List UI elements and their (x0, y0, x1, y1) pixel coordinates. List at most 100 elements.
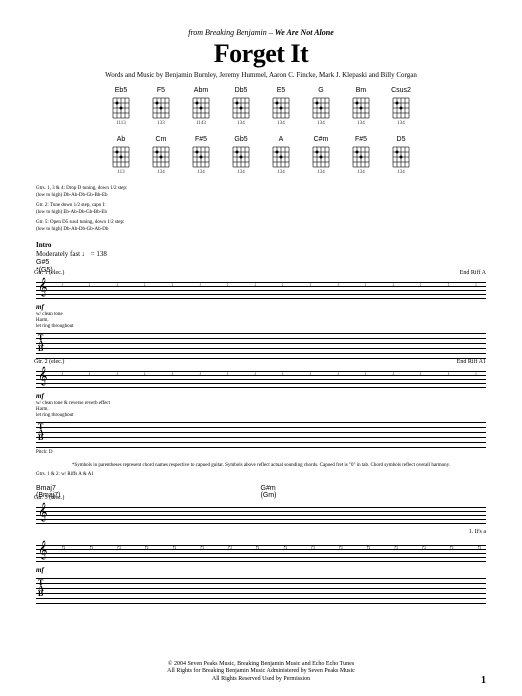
tuning-notes: Gtrs. 1, 3 & 4: Drop D tuning, down 1/2 … (36, 185, 486, 233)
chord-diagram: D5 134 (386, 136, 416, 175)
perf-harm: Harm. (36, 318, 486, 323)
from-text: from Breaking Benjamin – (188, 28, 273, 37)
header: from Breaking Benjamin – We Are Not Alon… (36, 28, 486, 79)
chord-name: A (279, 136, 284, 143)
chord-name: G (318, 87, 323, 94)
chord-name: D5 (397, 136, 406, 143)
notation-staff: 𝄞 ♩♩♩♩♩♩♩♩♩♩♩♩♩♩♩♩ (36, 278, 486, 302)
dynamic-mf: mf (36, 566, 486, 574)
song-title: Forget It (36, 39, 486, 69)
chord-diagram: Gb5 134 (226, 136, 256, 175)
chord-diagram: Cm 134 (146, 136, 176, 175)
chord-diagram: Bm 134 (346, 87, 376, 126)
perf-clean-tone: w/ clean tone (36, 312, 486, 317)
tuning-1a: Gtrs. 1, 3 & 4: Drop D tuning, down 1/2 … (36, 186, 127, 191)
end-riff-a: End Riff A (460, 270, 486, 276)
chord-frets: 134 (277, 121, 285, 126)
chord-name: F#5 (195, 136, 207, 143)
chord-frets: 134 (357, 170, 365, 175)
tab-staff: TAB (36, 420, 486, 448)
chord-name: Cm (156, 136, 167, 143)
gtr-3-label: Gtr. 3 (elec.) (34, 495, 64, 501)
chord-diagram: F#5 134 (186, 136, 216, 175)
chord-frets: 134 (317, 121, 325, 126)
chord-name: Bm (356, 87, 367, 94)
tuning-3b: (low to high) Db-Ab-Db-Gb-Ab-Db (36, 227, 108, 232)
chord-name: F5 (157, 87, 165, 94)
source-line: from Breaking Benjamin – We Are Not Alon… (36, 28, 486, 37)
chord-name: F#5 (355, 136, 367, 143)
chord-diagram: Db5 134 (226, 87, 256, 126)
tuning-2b: (low to high) Eb-Ab-Db-Gb-Bb-Eb (36, 210, 107, 215)
chord-diagram: Eb5 1113 (106, 87, 136, 126)
notation-staff: 𝄞 (36, 503, 486, 527)
chord-frets: 134 (157, 170, 165, 175)
notation-staff-gtr3: 𝄞 ♫♫♫♫♫♫♫♫♫♫♫♫♫♫♫♫ (36, 541, 486, 565)
dynamic-mf: mf (36, 392, 486, 400)
chord-symbol: G#5 (36, 259, 486, 266)
chord-frets: 134 (197, 170, 205, 175)
chord-diagram: Abm 1143 (186, 87, 216, 126)
chord-frets: 1113 (116, 121, 126, 126)
chord-name: E5 (277, 87, 286, 94)
tempo-marking: Moderately fast ♩ = 138 (36, 250, 486, 258)
gtrs-12-riffs: Gtrs. 1 & 2: w/ Riffs A & A1 (36, 472, 486, 477)
chord-frets: 134 (397, 121, 405, 126)
chord-diagram: E5 134 (266, 87, 296, 126)
chord-diagrams-row2: Ab113Cm134F#5134Gb5134A134C#m134F#5134D5… (36, 136, 486, 175)
chord-frets: 113 (117, 170, 124, 175)
chord-name: C#m (314, 136, 329, 143)
staff-system-2: Gtr. 2 (elec.) End Riff A1 𝄞 ♩♩♩♩♩♩♩♩♩♩♩… (36, 367, 486, 455)
chord-frets: 134 (237, 121, 245, 126)
chord-gsharpm: G#m (261, 485, 277, 492)
notation-staff: 𝄞 ♩♩♩♩♩♩♩♩♩♩♩♩♩♩♩♩ (36, 367, 486, 391)
tuning-1b: (low to high) Db-Ab-Db-Gb-Bb-Eb (36, 193, 108, 198)
chord-bmaj7: Bmaj7 (36, 485, 61, 492)
chord-diagram: Ab 113 (106, 136, 136, 175)
perf-letring: let ring throughout (36, 324, 486, 329)
chord-name: Ab (117, 136, 126, 143)
tab-staff: TAB (36, 331, 486, 359)
perf-clean-reverb: w/ clean tone & reverse reverb effect (36, 401, 486, 406)
chord-gm-paren: (Gm) (261, 492, 277, 499)
songwriter-credits: Words and Music by Benjamin Burnley, Jer… (36, 71, 486, 79)
album-name: We Are Not Alone (275, 28, 334, 37)
chord-frets: 1143 (196, 121, 206, 126)
chord-diagram: Csus2 134 (386, 87, 416, 126)
perf-harm: Harm. (36, 407, 486, 412)
page-number: 1 (481, 675, 486, 686)
tuning-3a: Gtr. 5: Open D5 sus4 tuning, down 1/2 st… (36, 220, 124, 225)
asterisk-note: *Symbols in parentheses represent chord … (36, 463, 486, 468)
chord-diagram: G 134 (306, 87, 336, 126)
chord-symbol-paren: *(G5) (36, 267, 486, 274)
chord-name: Abm (194, 87, 208, 94)
chord-diagram: F#5 134 (346, 136, 376, 175)
gtr-1-label: Gtr. 1 (elec.) (34, 270, 64, 276)
chord-diagram: F5 133 (146, 87, 176, 126)
chord-frets: 134 (397, 170, 405, 175)
chord-frets: 134 (237, 170, 245, 175)
lyric-1: 1. It's a (36, 529, 486, 535)
copyright-2: All Rights for Breaking Benjamin Music A… (0, 668, 522, 676)
chord-frets: 134 (357, 121, 365, 126)
intro-label: Intro (36, 241, 486, 249)
chord-diagram: A 134 (266, 136, 296, 175)
dynamic-mf: mf (36, 303, 486, 311)
gtr-2-label: Gtr. 2 (elec.) (34, 359, 64, 365)
pitch-d: Pitch: D (36, 450, 486, 455)
end-riff-a1: End Riff A1 (457, 359, 486, 365)
copyright-footer: © 2004 Seven Peaks Music, Breaking Benja… (0, 661, 522, 684)
chord-frets: 134 (277, 170, 285, 175)
chord-name: Eb5 (115, 87, 127, 94)
chord-frets: 133 (157, 121, 165, 126)
copyright-3: All Rights Reserved Used by Permission (0, 676, 522, 684)
chord-name: Csus2 (391, 87, 411, 94)
tuning-2a: Gtr. 2: Tune down 1/2 step, capo I: (36, 203, 106, 208)
tab-staff: TAB (36, 576, 486, 604)
staff-system-1: Gtr. 1 (elec.) End Riff A 𝄞 ♩♩♩♩♩♩♩♩♩♩♩♩… (36, 278, 486, 359)
chord-diagrams-row1: Eb51113F5133Abm1143Db5134E5134G134Bm134C… (36, 87, 486, 126)
chord-symbols-row: Bmaj7 (Bmaj7) G#m (Gm) (36, 485, 486, 499)
chord-name: Gb5 (234, 136, 247, 143)
chord-name: Db5 (235, 87, 248, 94)
staff-system-3: Gtr. 3 (elec.) 𝄞 1. It's a 𝄞 ♫♫♫♫♫♫♫♫♫♫♫… (36, 503, 486, 604)
